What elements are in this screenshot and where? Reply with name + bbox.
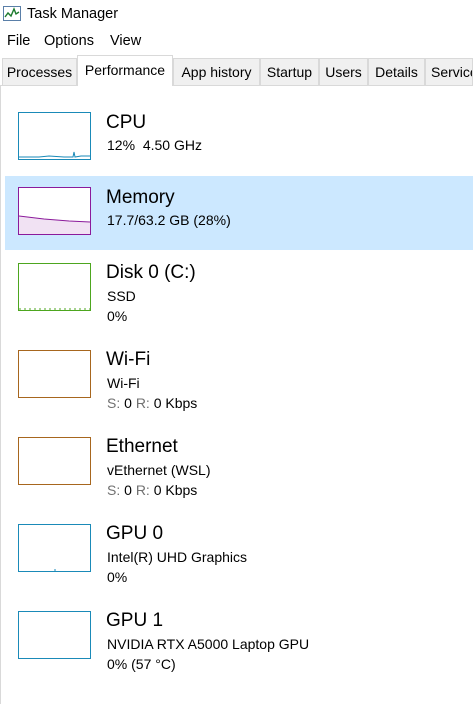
wifi-title: Wi-Fi bbox=[106, 349, 151, 370]
memory-usage: 17.7/63.2 GB (28%) bbox=[107, 212, 231, 228]
wifi-throughput: S: 0 R: 0 Kbps bbox=[107, 395, 197, 411]
gpu0-title: GPU 0 bbox=[106, 523, 164, 544]
ethernet-recv-label: R: bbox=[135, 482, 150, 498]
cpu-title: CPU bbox=[106, 112, 147, 133]
tab-services[interactable]: Services bbox=[425, 58, 473, 85]
resource-item-gpu1[interactable]: GPU 1 NVIDIA RTX A5000 Laptop GPU 0% (57… bbox=[5, 600, 473, 674]
gpu1-model: NVIDIA RTX A5000 Laptop GPU bbox=[107, 636, 310, 652]
tab-users[interactable]: Users bbox=[319, 58, 368, 85]
wifi-send-label: S: bbox=[107, 395, 121, 411]
menu-bar: File Options View bbox=[0, 30, 473, 54]
ethernet-send: 0 bbox=[124, 482, 132, 498]
gpu1-graph bbox=[18, 611, 91, 659]
wifi-graph bbox=[18, 350, 91, 398]
menu-options[interactable]: Options bbox=[44, 33, 94, 49]
tab-performance[interactable]: Performance bbox=[77, 55, 173, 86]
tab-app-history[interactable]: App history bbox=[173, 58, 260, 85]
ethernet-throughput: S: 0 R: 0 Kbps bbox=[107, 482, 197, 498]
resource-item-ethernet[interactable]: Ethernet vEthernet (WSL) S: 0 R: 0 Kbps bbox=[5, 426, 473, 500]
resource-item-gpu0[interactable]: GPU 0 Intel(R) UHD Graphics 0% bbox=[5, 513, 473, 587]
title-bar: Task Manager bbox=[0, 0, 473, 30]
cpu-graph bbox=[18, 112, 91, 160]
tab-processes[interactable]: Processes bbox=[2, 58, 77, 85]
wifi-send: 0 bbox=[124, 395, 132, 411]
disk-usage: 0% bbox=[107, 308, 128, 324]
gpu0-graph bbox=[18, 524, 91, 572]
wifi-adapter: Wi-Fi bbox=[107, 375, 140, 391]
ethernet-title: Ethernet bbox=[106, 436, 178, 457]
ethernet-graph bbox=[18, 437, 91, 485]
ethernet-recv: 0 Kbps bbox=[153, 482, 198, 498]
disk-type: SSD bbox=[107, 288, 136, 304]
disk-title: Disk 0 (C:) bbox=[106, 262, 196, 283]
cpu-stats: 12% 4.50 GHz bbox=[107, 137, 202, 153]
cpu-usage: 12% bbox=[107, 137, 136, 153]
task-manager-icon bbox=[3, 6, 21, 21]
memory-graph bbox=[18, 187, 91, 235]
gpu0-usage: 0% bbox=[107, 569, 128, 585]
tab-startup[interactable]: Startup bbox=[260, 58, 319, 85]
cpu-speed: 4.50 GHz bbox=[142, 137, 202, 153]
window-title: Task Manager bbox=[27, 6, 119, 22]
gpu1-title: GPU 1 bbox=[106, 610, 164, 631]
ethernet-adapter: vEthernet (WSL) bbox=[107, 462, 211, 478]
wifi-recv-label: R: bbox=[135, 395, 150, 411]
tab-bar: Processes Performance App history Startu… bbox=[0, 54, 473, 86]
resource-item-wifi[interactable]: Wi-Fi Wi-Fi S: 0 R: 0 Kbps bbox=[5, 339, 473, 413]
resource-item-cpu[interactable]: CPU 12% 4.50 GHz bbox=[5, 102, 473, 176]
gpu0-model: Intel(R) UHD Graphics bbox=[107, 549, 248, 565]
wifi-recv: 0 Kbps bbox=[153, 395, 198, 411]
menu-file[interactable]: File bbox=[7, 33, 30, 49]
panel-border bbox=[0, 86, 1, 704]
tab-details[interactable]: Details bbox=[368, 58, 425, 85]
resource-item-disk[interactable]: Disk 0 (C:) SSD 0% bbox=[5, 252, 473, 326]
memory-title: Memory bbox=[106, 187, 175, 208]
resource-item-memory[interactable]: Memory 17.7/63.2 GB (28%) bbox=[5, 176, 473, 250]
disk-graph bbox=[18, 263, 91, 311]
gpu1-usage: 0% (57 °C) bbox=[107, 656, 176, 672]
ethernet-send-label: S: bbox=[107, 482, 121, 498]
menu-view[interactable]: View bbox=[110, 33, 141, 49]
